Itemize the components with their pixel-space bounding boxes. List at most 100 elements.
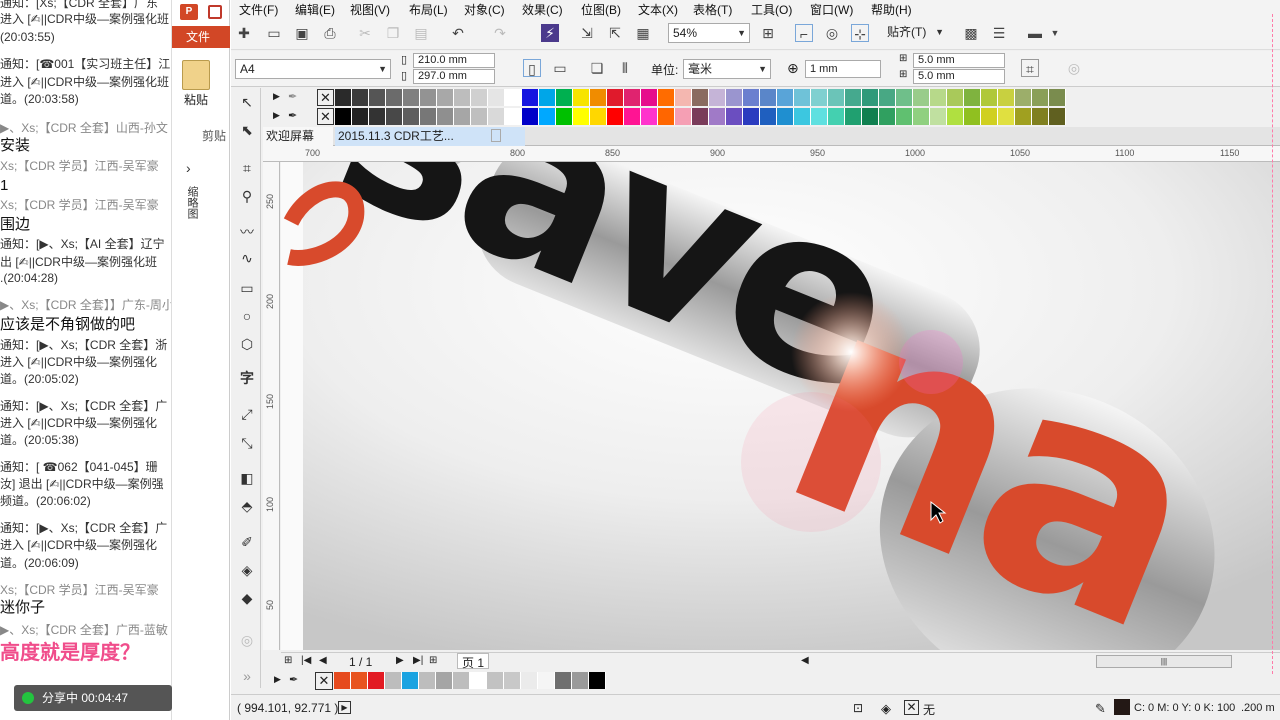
color-swatch[interactable] [896,89,913,106]
color-swatch[interactable] [964,108,981,125]
color-swatch[interactable] [589,672,606,689]
color-swatch[interactable] [1049,108,1066,125]
rectangle-tool-icon[interactable]: ▭ [237,278,257,298]
polygon-tool-icon[interactable]: ⬡ [237,334,257,354]
chevron-down-icon[interactable]: ▼ [1046,24,1064,42]
menu-item[interactable]: 布局(L) [409,1,448,18]
color-swatch[interactable] [403,89,420,106]
cut-icon[interactable]: ✂ [356,24,374,42]
color-swatch[interactable] [420,108,437,125]
color-swatch[interactable] [964,89,981,106]
color-swatch[interactable] [368,672,385,689]
text-tool-icon[interactable]: 字 [237,368,257,388]
no-fill-swatch[interactable]: ✕ [317,89,334,106]
menu-item[interactable]: 文本(X) [638,1,678,18]
color-swatch[interactable] [726,89,743,106]
color-swatch[interactable] [879,89,896,106]
color-swatch[interactable] [777,108,794,125]
color-swatch[interactable] [352,108,369,125]
color-swatch[interactable] [845,108,862,125]
horizontal-scrollbar-thumb[interactable]: ||| [1096,655,1232,668]
color-swatch[interactable] [607,108,624,125]
color-swatch[interactable] [522,108,539,125]
color-swatch[interactable] [675,108,692,125]
color-swatch[interactable] [453,672,470,689]
color-swatch[interactable] [981,108,998,125]
color-swatch[interactable] [760,108,777,125]
menu-item[interactable]: 位图(B) [581,1,621,18]
color-swatch[interactable] [351,672,368,689]
color-swatch[interactable] [352,89,369,106]
freehand-tool-icon[interactable]: 〰 [237,222,257,242]
color-swatch[interactable] [998,89,1015,106]
eyedropper-icon[interactable]: ✒ [289,673,298,686]
color-swatch[interactable] [845,89,862,106]
play-icon[interactable]: ▶ [338,701,351,714]
duplicate-distance-x-input[interactable]: 5.0 mm [913,53,1005,68]
publish-pdf-icon[interactable]: ▦ [634,24,652,42]
color-swatch[interactable] [470,672,487,689]
color-swatch[interactable] [998,108,1015,125]
palette-expand-icon[interactable]: ▶ [273,91,280,102]
color-swatch[interactable] [777,89,794,106]
smart-fill-icon[interactable]: ◆ [237,588,257,608]
corel-connect-icon[interactable]: ⚡ [541,24,559,42]
color-swatch[interactable] [573,108,590,125]
welcome-screen-icon[interactable]: ▩ [962,24,980,42]
color-swatch[interactable] [1049,89,1066,106]
eyedropper-icon[interactable]: ✒ [288,90,297,103]
color-swatch[interactable] [862,108,879,125]
copy-icon[interactable]: ❐ [384,24,402,42]
color-swatch[interactable] [913,89,930,106]
toolbox-options-icon[interactable]: ◎ [237,630,257,650]
color-swatch[interactable] [658,89,675,106]
color-swatch[interactable] [556,108,573,125]
nudge-distance-input[interactable]: 1 mm [805,60,881,78]
zoom-level-select[interactable]: 54% ▼ [668,23,750,43]
redo-icon[interactable]: ↷ [491,24,509,42]
drawing-canvas[interactable]: save na [281,162,1280,650]
color-swatch[interactable] [709,108,726,125]
color-swatch[interactable] [692,108,709,125]
color-swatch[interactable] [572,672,589,689]
color-swatch[interactable] [369,89,386,106]
menu-item[interactable]: 效果(C) [522,1,563,18]
color-swatch[interactable] [556,89,573,106]
menu-item[interactable]: 编辑(E) [295,1,335,18]
color-swatch[interactable] [590,89,607,106]
duplicate-distance-y-input[interactable]: 5.0 mm [913,69,1005,84]
shape-tool-icon[interactable]: ⬉ [237,120,257,140]
color-swatch[interactable] [828,89,845,106]
color-swatch[interactable] [505,89,522,106]
options-icon[interactable]: ☰ [990,24,1008,42]
color-eyedropper-icon[interactable]: ✐ [237,532,257,552]
paste-button[interactable]: 粘贴 [184,91,208,108]
color-swatch[interactable] [488,108,505,125]
fill-bucket-icon[interactable]: ◈ [881,701,891,717]
color-swatch[interactable] [471,108,488,125]
color-swatch[interactable] [607,89,624,106]
color-swatch[interactable] [521,672,538,689]
menu-item[interactable]: 视图(V) [350,1,390,18]
color-swatch[interactable] [386,108,403,125]
color-swatch[interactable] [454,108,471,125]
palette-expand-icon[interactable]: ▶ [273,110,280,121]
color-swatch[interactable] [1032,89,1049,106]
color-swatch[interactable] [454,89,471,106]
color-swatch[interactable] [437,108,454,125]
color-swatch[interactable] [896,108,913,125]
color-swatch[interactable] [811,108,828,125]
color-swatch[interactable] [641,89,658,106]
color-swatch[interactable] [504,672,521,689]
color-swatch[interactable] [760,89,777,106]
color-swatch[interactable] [743,89,760,106]
color-swatch[interactable] [437,89,454,106]
color-swatch[interactable] [709,89,726,106]
color-swatch[interactable] [641,108,658,125]
color-swatch[interactable] [403,108,420,125]
color-swatch[interactable] [488,89,505,106]
menu-item[interactable]: 文件(F) [239,1,278,18]
application-launcher-icon[interactable]: ▬ [1026,24,1044,42]
color-swatch[interactable] [522,89,539,106]
color-swatch[interactable] [1032,108,1049,125]
